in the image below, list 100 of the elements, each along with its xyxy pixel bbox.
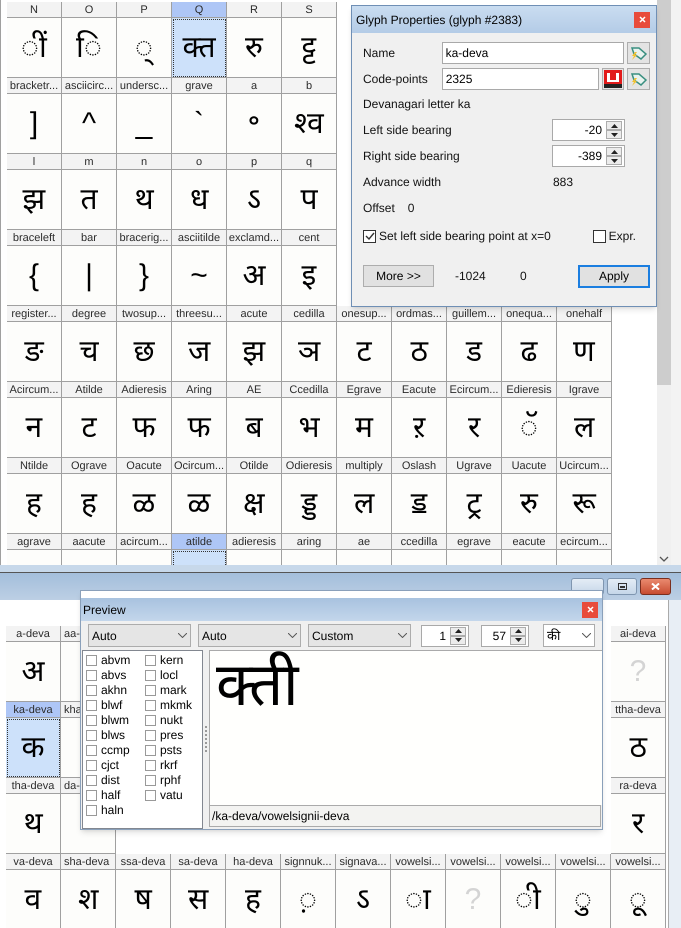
glyph-label: l [7,154,62,170]
window-title: Glyph Properties (glyph #2383) [356,12,522,28]
glyph-label: Ugrave [447,458,502,474]
field-label: Name [363,45,396,62]
feature-label: kern [160,653,184,668]
glyph-label: asciicirc... [62,78,117,94]
glyph-label: signava... [336,854,391,870]
advance-width-value: 883 [553,174,574,191]
glyph-label: threesu... [172,306,227,322]
glyph-label: cedilla [282,306,337,322]
glyph-label: acircum... [117,534,172,550]
glyph-label: bracketr... [7,78,62,94]
glyph-label: adieresis [227,534,282,550]
glyph-label: Uacute [502,458,557,474]
feature-label: mkmk [160,698,192,713]
feature-label: rkrf [160,758,178,773]
feature-label: psts [160,743,182,758]
glyph-label: eacute [502,534,557,550]
glyph-label: Ucircum... [557,458,612,474]
glyph-label: b [282,78,337,94]
glyph-label: Ntilde [7,458,62,474]
glyph-label: O [62,2,117,18]
glyph-label: sa-deva [171,854,226,870]
glyph-label: asciitilde [172,230,227,246]
window-title: Preview [83,602,126,618]
glyph-label: vowelsi... [611,854,666,870]
readout-value: -1024 [455,268,487,285]
glyph-label: Adieresis [117,382,172,398]
glyph-label: multiply [337,458,392,474]
checkbox-label: Set left side bearing point at x=0 [379,228,551,245]
glyph-label: Eacute [392,382,447,398]
glyph-label: grave [172,78,227,94]
feature-label: locl [160,668,178,683]
glyph-label: va-deva [6,854,61,870]
feature-label: nukt [160,713,183,728]
glyph-label: agrave [7,534,62,550]
glyph-label: atilde [172,534,227,550]
feature-label: ccmp [101,743,130,758]
glyph-label: bracerig... [117,230,172,246]
glyph-label: AE [227,382,282,398]
glyph-label: R [227,2,282,18]
feature-label: rphf [160,773,181,788]
glyph-label: Oslash [392,458,447,474]
glyph-label: aring [282,534,337,550]
glyph-label: a-deva [6,626,61,642]
glyph-label: signnuk... [281,854,336,870]
glyph-label: Edieresis [502,382,557,398]
glyph-label: Ocircum... [172,458,227,474]
glyph-label: ai-deva [611,626,666,642]
glyph-label: Aring [172,382,227,398]
glyph-label: egrave [447,534,502,550]
field-label: Left side bearing [363,122,452,139]
glyph-description: Devanagari letter ka [363,96,470,113]
glyph-label: Atilde [62,382,117,398]
feature-label: abvm [101,653,130,668]
spin-value: 1 [438,628,447,644]
glyph-label: guillem... [447,306,502,322]
glyph-label: Q [172,2,227,18]
glyph-label: Oacute [117,458,172,474]
glyph-label: undersc... [117,78,172,94]
glyph-label: ccedilla [392,534,447,550]
glyph-label: Acircum... [7,382,62,398]
glyph-label: ae [337,534,392,550]
glyph-label: Odieresis [282,458,337,474]
glyph-label: p [227,154,282,170]
glyph-label: ssa-deva [116,854,171,870]
glyph-label: tha-deva [6,778,61,794]
spin-value: 57 [492,628,507,644]
glyph-label: braceleft [7,230,62,246]
glyph-label: onesup... [337,306,392,322]
glyph-label: m [62,154,117,170]
readout-value: 0 [520,268,528,285]
feature-label: mark [160,683,187,698]
spin-value: -389 [576,148,603,165]
glyph-label: ordmas... [392,306,447,322]
glyph-label: cent [282,230,337,246]
field-label: Offset [363,200,395,217]
glyph-label: acute [227,306,282,322]
glyph-label: vowelsi... [446,854,501,870]
feature-label: blws [101,728,126,743]
glyph-label: Ecircum... [447,382,502,398]
glyph-label: a [227,78,282,94]
glyph-label: vowelsi... [556,854,611,870]
feature-label: pres [160,728,184,743]
glyph-label: exclamd... [227,230,282,246]
glyph-label: ra-deva [611,778,666,794]
field-label: Advance width [363,174,442,191]
checkbox-label: Expr. [608,228,636,245]
glyph-label: Igrave [557,382,612,398]
feature-label: akhn [101,683,128,698]
glyph-label: S [282,2,337,18]
feature-label: cjct [101,758,119,773]
glyph-label: vowelsi... [501,854,556,870]
glyph-label: o [172,154,227,170]
feature-label: abvs [101,668,126,683]
glyph-label: bar [62,230,117,246]
glyph-label: P [117,2,172,18]
glyph-label: register... [7,306,62,322]
glyph-label: Otilde [227,458,282,474]
field-label: Right side bearing [363,148,460,165]
